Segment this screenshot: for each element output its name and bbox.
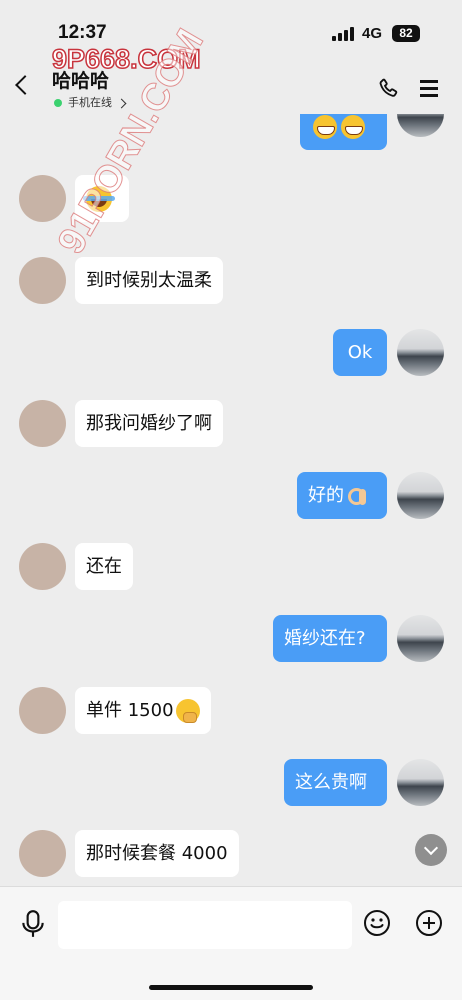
message-bubble-outgoing[interactable]: Ok — [333, 329, 387, 376]
message-input[interactable] — [58, 901, 352, 949]
input-bar — [0, 886, 462, 1000]
back-arrow-icon[interactable] — [15, 75, 35, 95]
avatar-contact[interactable] — [19, 830, 66, 877]
avatar-contact[interactable] — [19, 400, 66, 447]
message-bubble-outgoing[interactable]: 这么贵啊 — [284, 759, 387, 806]
signal-icon — [332, 27, 356, 41]
message-text: 单件 1500 — [86, 700, 174, 721]
avatar-self[interactable] — [397, 114, 444, 137]
phone-call-icon[interactable] — [376, 76, 402, 102]
message-bubble-outgoing[interactable]: 好的 — [297, 472, 387, 519]
avatar-contact[interactable] — [19, 543, 66, 590]
menu-icon[interactable] — [420, 80, 438, 97]
home-indicator[interactable] — [149, 985, 313, 990]
grin-icon — [313, 115, 337, 139]
message-text: Ok — [347, 342, 373, 363]
online-dot-icon — [54, 99, 62, 107]
network-type: 4G — [362, 25, 383, 42]
status-time: 12:37 — [58, 22, 107, 43]
avatar-contact[interactable] — [19, 257, 66, 304]
avatar-contact[interactable] — [19, 175, 66, 222]
message-bubble-incoming[interactable]: 那我问婚纱了啊 — [75, 400, 223, 447]
shush-icon — [175, 699, 200, 723]
ok-hand-icon — [347, 485, 367, 507]
message-text: 那时候套餐 4000 — [86, 843, 228, 864]
message-bubble-incoming[interactable]: 单件 1500 — [75, 687, 211, 734]
message-text: 好的 — [308, 485, 344, 506]
grin-icon — [341, 115, 365, 139]
message-text: 那我问婚纱了啊 — [86, 413, 212, 434]
emoji-icon[interactable] — [363, 909, 391, 937]
avatar-self[interactable] — [397, 329, 444, 376]
online-status[interactable]: 手机在线 — [54, 94, 127, 110]
add-attachment-icon[interactable] — [415, 909, 443, 937]
message-bubble-incoming[interactable]: 那时候套餐 4000 — [75, 830, 239, 877]
message-text: 还在 — [86, 556, 122, 577]
avatar-self[interactable] — [397, 759, 444, 806]
message-bubble-incoming[interactable]: 还在 — [75, 543, 133, 590]
chevron-right-icon — [116, 98, 127, 108]
battery-icon: 82 — [392, 25, 420, 42]
online-status-label: 手机在线 — [68, 96, 112, 109]
message-bubble-outgoing[interactable] — [300, 114, 387, 150]
message-text: 婚纱还在? — [284, 628, 366, 649]
scroll-to-bottom-button[interactable] — [415, 834, 447, 866]
message-text: 到时候别太温柔 — [86, 270, 212, 291]
avatar-self[interactable] — [397, 472, 444, 519]
message-bubble-outgoing[interactable]: 婚纱还在? — [273, 615, 387, 662]
microphone-icon[interactable] — [20, 909, 46, 939]
message-text: 这么贵啊 — [295, 772, 367, 793]
avatar-self[interactable] — [397, 615, 444, 662]
avatar-contact[interactable] — [19, 687, 66, 734]
message-bubble-incoming[interactable]: 到时候别太温柔 — [75, 257, 223, 304]
